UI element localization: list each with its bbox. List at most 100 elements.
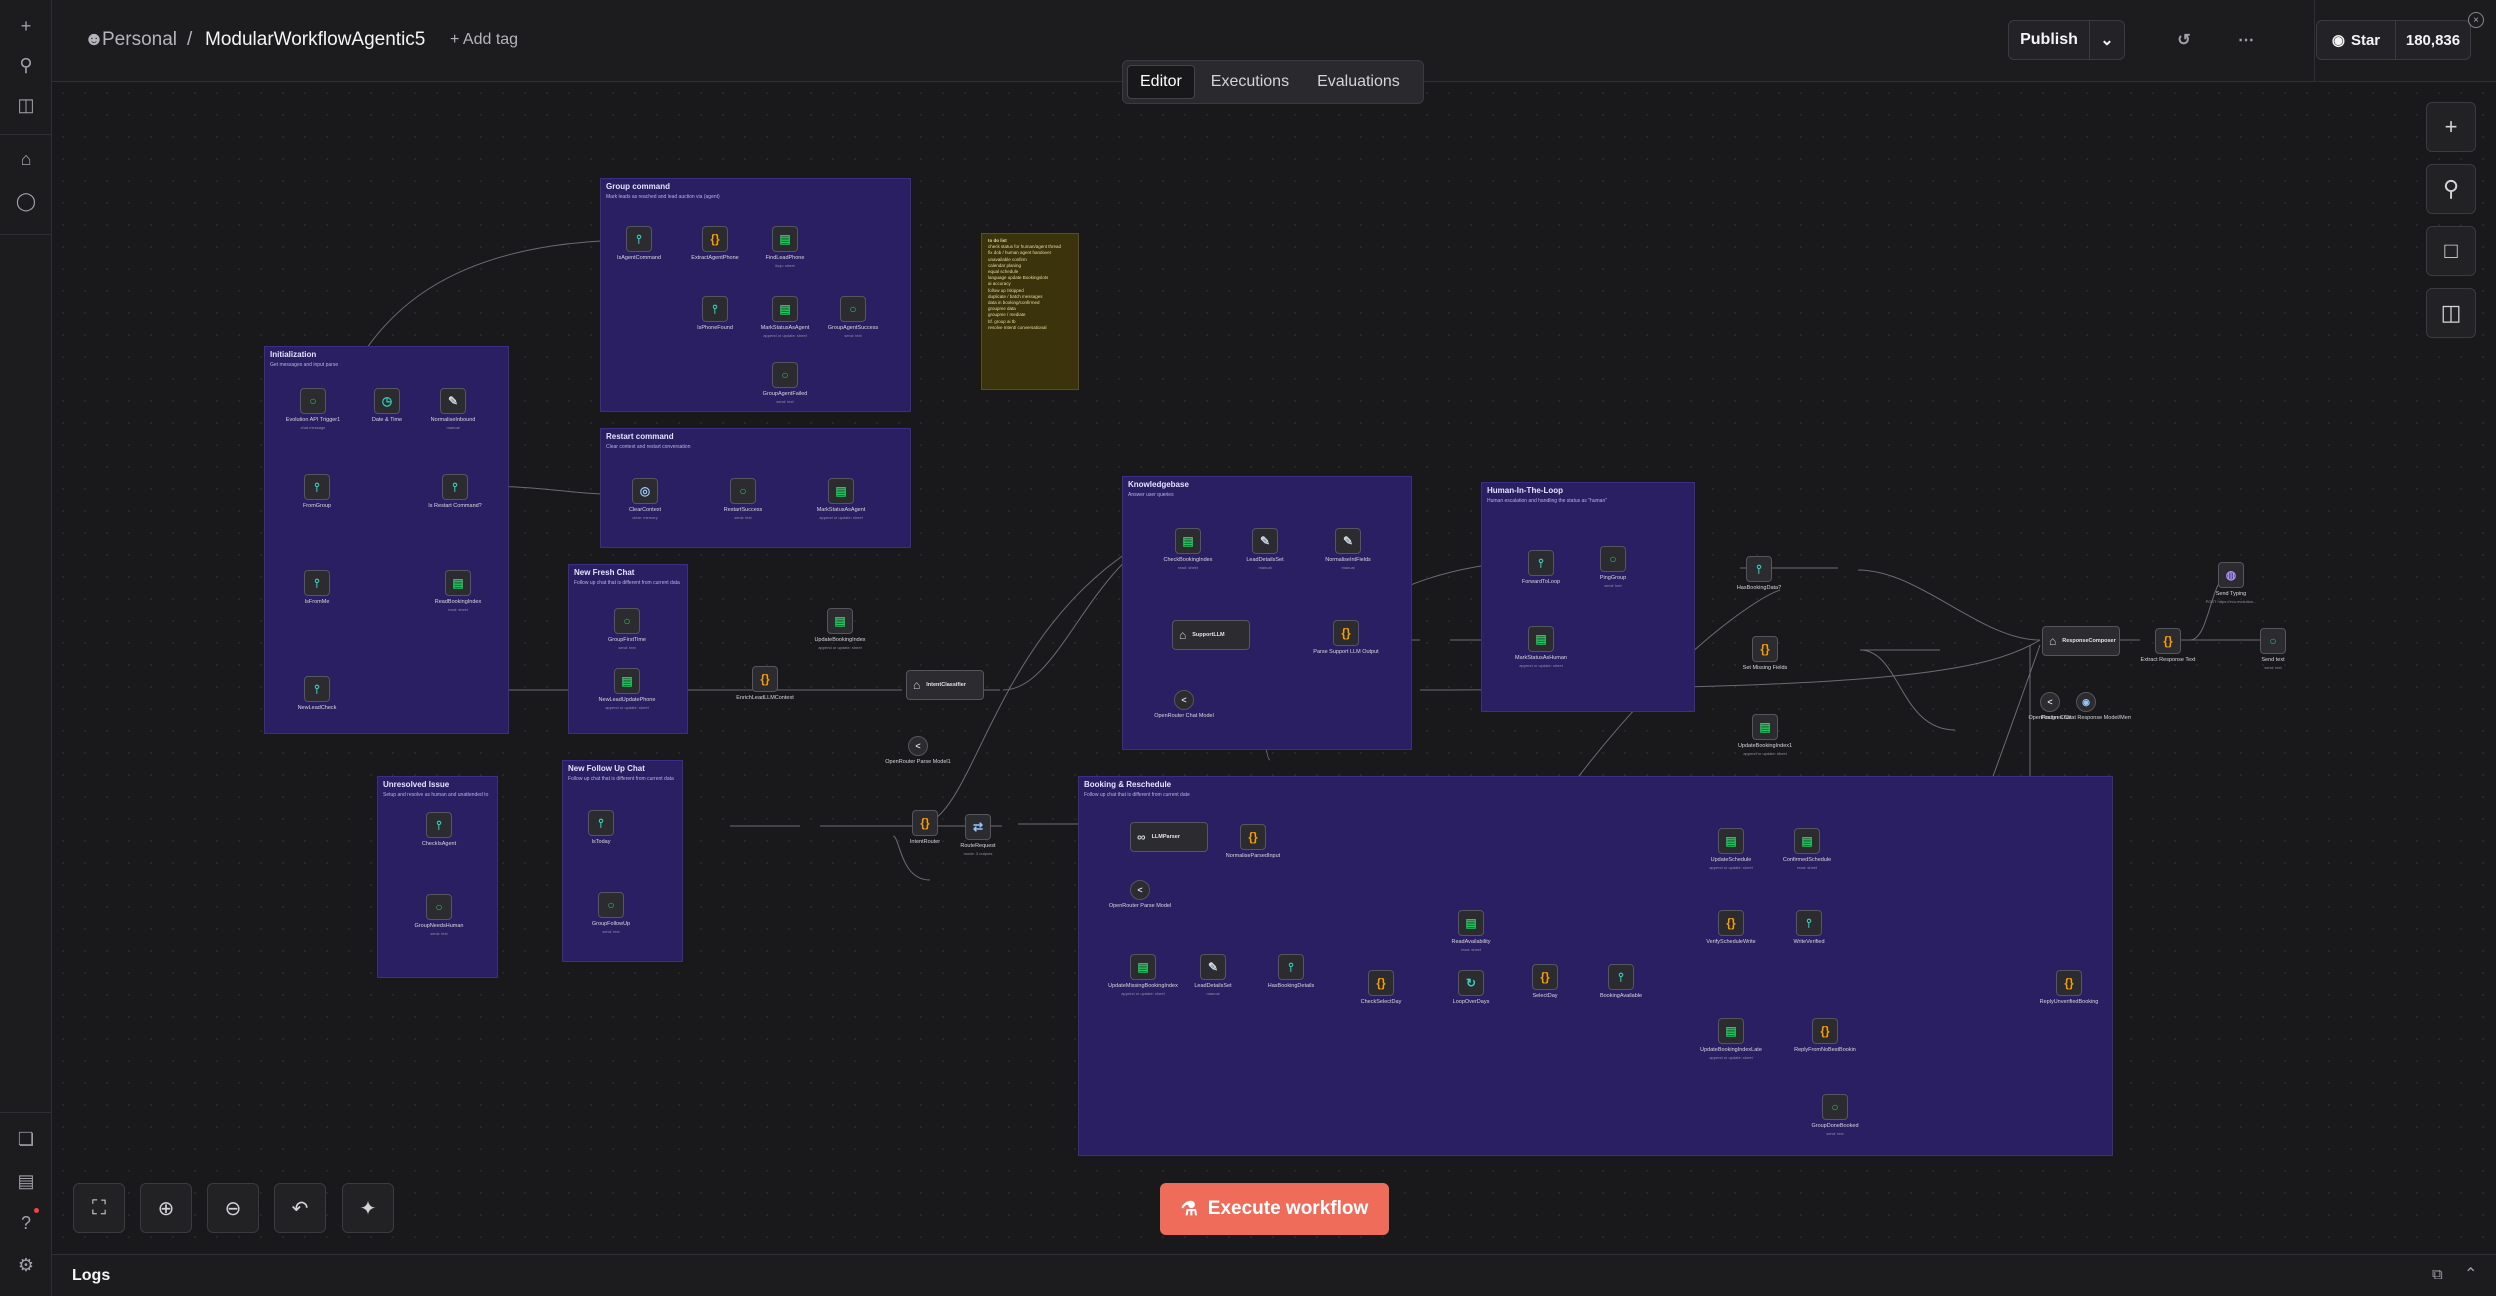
workflow-node[interactable]: ⫯ — [702, 296, 728, 322]
workflow-node[interactable]: ⫯ — [1796, 910, 1822, 936]
workflow-node[interactable]: ⫯ — [442, 474, 468, 500]
workflow-node[interactable]: {} — [1718, 910, 1744, 936]
search-node-icon[interactable]: ⚲ — [2426, 164, 2476, 214]
tidy-up-icon[interactable]: ✦ — [342, 1183, 394, 1233]
workflow-node[interactable]: ⫯ — [626, 226, 652, 252]
workflow-node[interactable]: ▤ — [772, 226, 798, 252]
agent-node[interactable]: ⌂ ResponseComposer — [2042, 626, 2120, 656]
undo-icon[interactable]: ↶ — [274, 1183, 326, 1233]
cube-icon[interactable]: ❏ — [13, 1126, 39, 1152]
close-icon[interactable]: × — [2468, 12, 2484, 28]
workflow-node[interactable]: ⫯ — [588, 810, 614, 836]
workflow-node[interactable]: ⇄ — [965, 814, 991, 840]
workflow-node[interactable]: < — [2040, 692, 2060, 712]
workflow-node[interactable]: ⫯ — [1608, 964, 1634, 990]
tab-evaluations[interactable]: Evaluations — [1305, 65, 1412, 99]
workflow-node[interactable]: {} — [1333, 620, 1359, 646]
workflow-node[interactable]: ▤ — [1458, 910, 1484, 936]
workflow-node[interactable]: ▤ — [1175, 528, 1201, 554]
execute-workflow-button[interactable]: ⚗ Execute workflow — [1160, 1183, 1389, 1235]
panel-toggle-icon[interactable]: ◫ — [2426, 288, 2476, 338]
workflow-node[interactable]: ◉ — [2076, 692, 2096, 712]
workflow-node[interactable]: ▤ — [827, 608, 853, 634]
workflow-node[interactable]: ▤ — [828, 478, 854, 504]
search-icon[interactable]: ⚲ — [13, 52, 39, 78]
github-star-button[interactable]: ◉ Star — [2316, 20, 2396, 60]
workflow-node[interactable]: {} — [1752, 636, 1778, 662]
workflow-node[interactable]: ○ — [614, 608, 640, 634]
workflow-node[interactable]: ▤ — [772, 296, 798, 322]
workflow-node[interactable]: ▤ — [1718, 828, 1744, 854]
zoom-out-icon[interactable]: ⊖ — [207, 1183, 259, 1233]
panel-icon[interactable]: ◫ — [13, 92, 39, 118]
workflow-node[interactable]: ✎ — [1335, 528, 1361, 554]
chevron-up-icon[interactable]: ⌃ — [2464, 1264, 2477, 1284]
workflow-node[interactable]: {} — [1812, 1018, 1838, 1044]
workflow-node[interactable]: {} — [702, 226, 728, 252]
workflow-node[interactable]: ○ — [2260, 628, 2286, 654]
chart-icon[interactable]: ▤ — [13, 1168, 39, 1194]
workflow-node[interactable]: ✎ — [1200, 954, 1226, 980]
workflow-node[interactable]: {} — [912, 810, 938, 836]
workflow-node[interactable]: ⫯ — [304, 474, 330, 500]
workflow-node[interactable]: ○ — [300, 388, 326, 414]
workflow-node[interactable]: {} — [752, 666, 778, 692]
workflow-node[interactable]: ▤ — [1752, 714, 1778, 740]
add-node-button[interactable]: + — [2426, 102, 2476, 152]
sticky-unresolved-issue[interactable]: Unresolved Issue Setup and resolve as hu… — [377, 776, 498, 978]
workflow-node[interactable]: {} — [2155, 628, 2181, 654]
workflow-node[interactable]: ○ — [1822, 1094, 1848, 1120]
sticky-booking-reschedule[interactable]: Booking & Reschedule Follow up chat that… — [1078, 776, 2113, 1156]
workflow-node[interactable]: ▤ — [1794, 828, 1820, 854]
logs-panel[interactable]: Logs ⧉ ⌃ — [52, 1254, 2496, 1296]
workflow-node[interactable]: ○ — [772, 362, 798, 388]
popout-icon[interactable]: ⧉ — [2432, 1266, 2443, 1283]
workflow-node[interactable]: ⫯ — [1278, 954, 1304, 980]
sticky-group-command[interactable]: Group command Mark leads as reached and … — [600, 178, 911, 412]
sticky-note-icon[interactable]: □ — [2426, 226, 2476, 276]
workflow-node[interactable]: ○ — [730, 478, 756, 504]
workflow-node[interactable]: ▤ — [1718, 1018, 1744, 1044]
workflow-node[interactable]: ✎ — [440, 388, 466, 414]
settings-icon[interactable]: ⚙ — [13, 1252, 39, 1278]
workflow-node[interactable]: ⫯ — [304, 570, 330, 596]
history-icon[interactable]: ↺ — [2164, 20, 2204, 60]
breadcrumb-owner[interactable]: Personal — [102, 29, 177, 51]
chevron-down-icon[interactable]: ⌄ — [2089, 20, 2125, 60]
plus-icon[interactable]: + — [13, 13, 39, 39]
fit-view-icon[interactable]: ⛶ — [73, 1183, 125, 1233]
workflow-node[interactable]: ⫯ — [426, 812, 452, 838]
add-tag-button[interactable]: + Add tag — [450, 31, 518, 49]
agent-node[interactable]: ∞ LLMParser — [1130, 822, 1208, 852]
workflow-name[interactable]: ModularWorkflowAgentic5 — [205, 29, 425, 51]
workflow-node[interactable]: ◎ — [632, 478, 658, 504]
more-icon[interactable]: ⋯ — [2226, 20, 2266, 60]
workflow-node[interactable]: ◷ — [374, 388, 400, 414]
publish-button[interactable]: Publish — [2008, 20, 2090, 60]
help-icon[interactable]: ? — [13, 1210, 39, 1236]
workflow-node[interactable]: {} — [1368, 970, 1394, 996]
workflow-node[interactable]: ○ — [598, 892, 624, 918]
workflow-node[interactable]: ▤ — [445, 570, 471, 596]
workflow-node[interactable]: ↻ — [1458, 970, 1484, 996]
workflow-node[interactable]: < — [1174, 690, 1194, 710]
sticky-human-in-the-loop[interactable]: Human-In-The-Loop Human escalation and h… — [1481, 482, 1695, 712]
workflow-node[interactable]: < — [908, 736, 928, 756]
workflow-node[interactable]: ▤ — [1528, 626, 1554, 652]
workflow-node[interactable]: ○ — [426, 894, 452, 920]
todo-sticky-note[interactable]: to do list check status for human/agent … — [981, 233, 1079, 390]
workflow-node[interactable]: ⫯ — [1528, 550, 1554, 576]
workflow-node[interactable]: ○ — [1600, 546, 1626, 572]
workflow-node[interactable]: ○ — [840, 296, 866, 322]
workflow-node[interactable]: {} — [2056, 970, 2082, 996]
workflow-node[interactable]: < — [1130, 880, 1150, 900]
chat-icon[interactable]: ◯ — [13, 188, 39, 214]
workflow-node[interactable]: {} — [1532, 964, 1558, 990]
workflow-node[interactable]: ▤ — [1130, 954, 1156, 980]
sticky-knowledgebase[interactable]: Knowledgebase Answer user queries — [1122, 476, 1412, 750]
home-icon[interactable]: ⌂ — [13, 146, 39, 172]
tab-executions[interactable]: Executions — [1199, 65, 1301, 99]
agent-node[interactable]: ⌂ SupportLLM — [1172, 620, 1250, 650]
workflow-node[interactable]: ⫯ — [1746, 556, 1772, 582]
tab-editor[interactable]: Editor — [1127, 65, 1195, 99]
